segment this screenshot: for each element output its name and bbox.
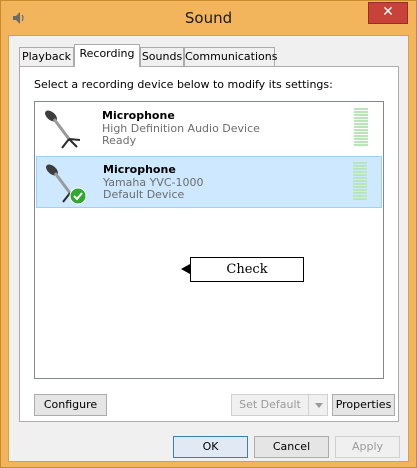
recording-panel: Select a recording device below to modif… [19, 66, 399, 422]
check-callout: Check [190, 257, 304, 282]
default-checkmark-icon [69, 187, 87, 205]
microphone-icon [42, 107, 86, 151]
set-default-button[interactable]: Set Default [231, 394, 309, 416]
sound-dialog: Sound ✕ Playback Recording Sounds Commun… [0, 0, 417, 468]
title-bar[interactable]: Sound ✕ [1, 1, 416, 35]
device-status: Ready [102, 134, 137, 147]
tab-sounds[interactable]: Sounds [140, 47, 184, 66]
set-default-dropdown-arrow[interactable] [308, 394, 328, 416]
level-meter [354, 108, 368, 148]
instruction-text: Select a recording device below to modif… [34, 78, 333, 91]
device-name: Microphone [103, 163, 176, 176]
tab-communications[interactable]: Communications [184, 47, 277, 66]
device-name: Microphone [102, 109, 175, 122]
properties-button[interactable]: Properties [332, 394, 395, 416]
close-button[interactable]: ✕ [368, 2, 408, 24]
ok-button[interactable]: OK [173, 436, 248, 458]
device-list[interactable]: Microphone High Definition Audio Device … [34, 101, 384, 379]
device-status: Default Device [103, 188, 185, 201]
dialog-client-area: Playback Recording Sounds Communications… [8, 35, 409, 462]
callout-arrow [181, 264, 190, 274]
tab-recording[interactable]: Recording [74, 44, 140, 67]
window-title: Sound [184, 9, 233, 27]
configure-button[interactable]: Configure [34, 394, 107, 416]
device-item-yamaha[interactable]: Microphone Yamaha YVC-1000 Default Devic… [36, 156, 382, 208]
level-meter [353, 162, 367, 202]
device-item-hd-audio[interactable]: Microphone High Definition Audio Device … [36, 103, 382, 155]
apply-button[interactable]: Apply [335, 436, 400, 458]
cancel-button[interactable]: Cancel [254, 436, 329, 458]
tab-playback[interactable]: Playback [19, 47, 74, 66]
